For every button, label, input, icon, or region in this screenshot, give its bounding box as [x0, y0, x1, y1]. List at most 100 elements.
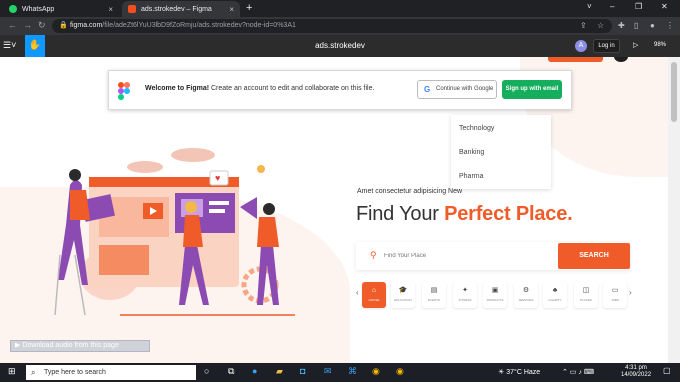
- sidebar-icon[interactable]: ▯: [634, 21, 638, 30]
- figma-icon: [128, 5, 136, 13]
- sign-up-email-button[interactable]: Sign up with email: [502, 80, 562, 99]
- category-dropdown-menu: Technology Banking Pharma: [451, 115, 551, 189]
- address-bar-row: ← → ↻ 🔒 figma.com/file/adeZt6lYuU3lbD9fZ…: [0, 17, 680, 35]
- weather-widget[interactable]: ☀ 37°C Haze: [498, 368, 540, 376]
- category-house[interactable]: ⌂ HOUSE: [362, 282, 386, 308]
- category-fitness[interactable]: ✦ FITNESS: [453, 282, 477, 308]
- category-events[interactable]: ▤ EVENTS: [422, 282, 446, 308]
- welcome-banner: Welcome to Figma! Create an account to e…: [108, 70, 572, 110]
- url-path: /file/adeZt6lYuU3lbD9fZoRmju/ads.stroked…: [102, 22, 296, 29]
- system-tray-icons[interactable]: ⌃ ▭ ♪ ⌨: [562, 368, 594, 376]
- more-menu-icon[interactable]: ⋮: [666, 21, 674, 30]
- category-label: SERVICES: [518, 298, 534, 302]
- close-tab-icon[interactable]: ×: [108, 5, 113, 14]
- windows-start-icon[interactable]: ⊞: [8, 366, 16, 377]
- house-icon: ⌂: [371, 287, 377, 294]
- close-window-button[interactable]: ✕: [661, 2, 668, 11]
- dropdown-item-pharma[interactable]: Pharma: [459, 173, 484, 180]
- category-places[interactable]: ◫ PLACES: [574, 282, 598, 308]
- share-icon[interactable]: ⇪: [580, 21, 587, 30]
- close-tab-icon[interactable]: ×: [229, 5, 234, 14]
- category-label: CHARITY: [548, 298, 562, 302]
- welcome-text: Create an account to edit and collaborat…: [211, 85, 375, 92]
- fitness-icon: ✦: [462, 287, 468, 294]
- gear-icon: ⚙: [522, 287, 530, 294]
- chevron-right-icon[interactable]: ›: [629, 288, 632, 297]
- vscode-icon[interactable]: ⌘: [348, 366, 357, 377]
- hero-headline: Find Your Perfect Place.: [356, 203, 573, 226]
- svg-text:♥: ♥: [215, 173, 220, 183]
- chrome-icon[interactable]: ◉: [372, 366, 380, 377]
- new-tab-button[interactable]: +: [246, 2, 252, 14]
- tab-search-icon[interactable]: ˅: [587, 2, 592, 11]
- reload-icon[interactable]: ↻: [38, 20, 46, 31]
- category-label: EVENTS: [427, 298, 440, 302]
- chrome-active-icon[interactable]: ◉: [396, 366, 404, 377]
- category-jobs[interactable]: ▭ JOBS: [603, 282, 627, 308]
- mail-icon[interactable]: ✉: [324, 366, 332, 377]
- category-products[interactable]: ▣ PRODUCTS: [483, 282, 507, 308]
- login-button[interactable]: Log in: [593, 39, 620, 53]
- profile-icon[interactable]: ●: [650, 21, 655, 30]
- box-icon: ▣: [491, 287, 499, 294]
- dropdown-item-banking[interactable]: Banking: [459, 149, 484, 156]
- category-bar: ‹ ⌂ HOUSE 🎓 EDUCATION ▤ EVENTS ✦ FITNESS…: [356, 282, 636, 310]
- category-label: HOUSE: [368, 298, 380, 302]
- category-label: FITNESS: [458, 298, 472, 302]
- briefcase-icon: ▭: [611, 287, 619, 294]
- store-icon[interactable]: ◘: [300, 366, 305, 376]
- zoom-level[interactable]: 98%: [654, 42, 666, 48]
- back-icon[interactable]: ←: [8, 20, 17, 30]
- calendar-icon: ▤: [430, 287, 438, 294]
- map-icon: ◫: [582, 287, 590, 294]
- category-education[interactable]: 🎓 EDUCATION: [391, 282, 415, 308]
- lock-icon: 🔒: [59, 22, 68, 29]
- place-search-box: ⚲ SEARCH: [356, 242, 630, 270]
- dropdown-item-technology[interactable]: Technology: [459, 125, 494, 132]
- cortana-icon[interactable]: ○: [204, 366, 209, 376]
- category-label: EDUCATION: [394, 298, 412, 302]
- google-icon: G: [424, 85, 431, 94]
- edge-icon[interactable]: ●: [252, 366, 257, 376]
- header-button-shape: [548, 57, 603, 62]
- category-label: PLACES: [580, 298, 592, 302]
- url-host: figma.com: [70, 22, 103, 29]
- tab-title: WhatsApp: [22, 5, 55, 13]
- forward-icon[interactable]: →: [23, 20, 32, 30]
- search-button[interactable]: SEARCH: [558, 243, 630, 269]
- figma-toolbar: ☰˅ ✋ ads.strokedev A Log in ▷ 98%: [0, 35, 680, 57]
- tab-whatsapp[interactable]: WhatsApp ×: [3, 1, 119, 17]
- search-icon: ⌕: [31, 368, 36, 377]
- minimize-button[interactable]: –: [610, 2, 614, 11]
- category-services[interactable]: ⚙ SERVICES: [514, 282, 538, 308]
- welcome-message: Welcome to Figma! Create an account to e…: [145, 85, 374, 92]
- tab-figma[interactable]: ads.strokedev – Figma ×: [122, 1, 240, 17]
- notification-icon[interactable]: ▢: [663, 366, 671, 375]
- url-field[interactable]: 🔒 figma.com/file/adeZt6lYuU3lbD9fZoRmju/…: [52, 19, 612, 33]
- location-pin-icon: ⚲: [370, 250, 377, 260]
- taskbar-search-field[interactable]: ⌕ Type here to search: [26, 365, 196, 380]
- design-canvas[interactable]: ♥ Welcome to Figma! Create an account to…: [0, 57, 668, 363]
- extensions-icon[interactable]: ✚: [618, 21, 625, 30]
- chevron-left-icon[interactable]: ‹: [356, 288, 359, 297]
- present-play-icon[interactable]: ▷: [633, 41, 638, 49]
- browser-tab-strip: WhatsApp × ads.strokedev – Figma × + ˅ –…: [0, 0, 680, 17]
- task-view-icon[interactable]: ⧉: [228, 366, 234, 377]
- headline-plain: Find Your: [356, 203, 439, 225]
- download-audio-bar[interactable]: ▶ Download audio from this page: [10, 340, 150, 352]
- file-explorer-icon[interactable]: ▰: [276, 366, 283, 377]
- hero-tagline: Amet consectetur adipisicing New: [357, 188, 463, 195]
- scrollbar-thumb[interactable]: [671, 62, 677, 122]
- avatar[interactable]: A: [575, 40, 587, 52]
- windows-taskbar: ⊞ ⌕ Type here to search ○ ⧉ ● ▰ ◘ ✉ ⌘ ◉ …: [0, 363, 680, 382]
- place-search-input[interactable]: [384, 249, 544, 263]
- maximize-button[interactable]: ❐: [635, 2, 642, 11]
- taskbar-search-placeholder: Type here to search: [44, 369, 106, 376]
- continue-with-google-button[interactable]: G Continue with Google: [417, 80, 497, 99]
- graduation-cap-icon: 🎓: [398, 287, 408, 294]
- category-charity[interactable]: ♣ CHARITY: [543, 282, 567, 308]
- welcome-title: Welcome to Figma!: [145, 85, 210, 92]
- clock[interactable]: 4:31 pm 14/09/2022: [621, 365, 651, 379]
- bookmark-star-icon[interactable]: ☆: [597, 21, 604, 30]
- hero-illustration: ♥: [54, 148, 295, 316]
